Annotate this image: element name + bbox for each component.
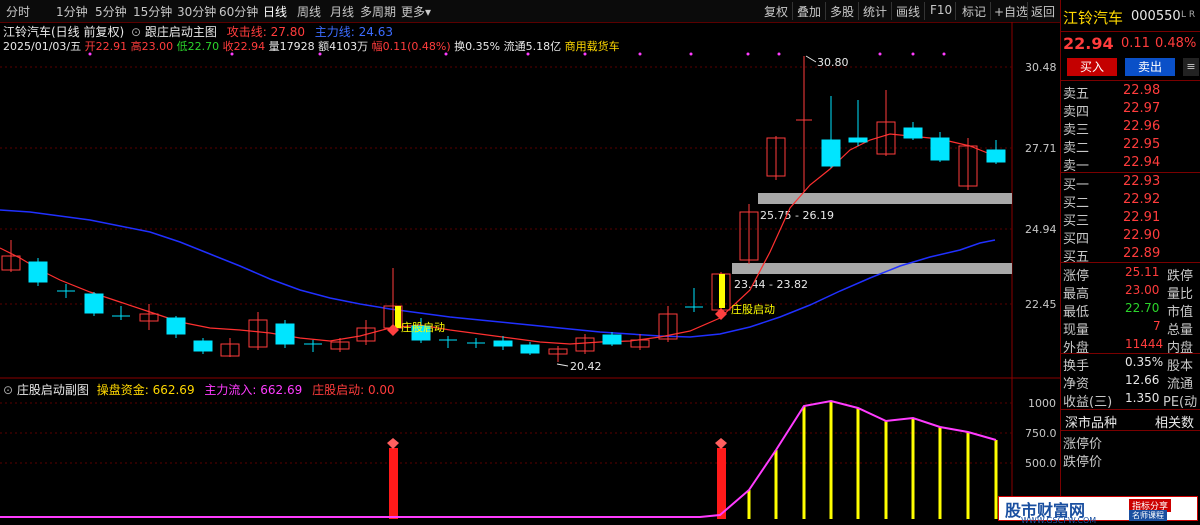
tab-60min[interactable]: 60分钟 — [219, 3, 258, 20]
divider — [955, 2, 956, 20]
chevron-down-icon: ▾ — [425, 5, 432, 19]
signal-label: 庄股启动 — [731, 302, 775, 316]
bid-row: 买四 22.90 — [1063, 228, 1161, 247]
axis-tick-label: 24.94 — [1025, 223, 1057, 236]
ask-row: 卖三 22.96 — [1063, 119, 1161, 138]
candlesticks — [1, 56, 1006, 362]
axis-tick-label: 27.71 — [1025, 142, 1057, 155]
limit-row: 涨停价 — [1063, 437, 1103, 452]
bid-row: 买一 22.93 — [1063, 174, 1161, 193]
ask-row: 卖五 22.98 — [1063, 83, 1161, 102]
tab-daily[interactable]: 日线 — [263, 3, 287, 20]
divider — [924, 2, 925, 20]
divider — [891, 2, 892, 20]
tab-15min[interactable]: 15分钟 — [133, 3, 172, 20]
tab-1min[interactable]: 1分钟 — [56, 3, 88, 20]
sub-inflow-line — [0, 399, 997, 518]
divider — [858, 2, 859, 20]
current-price: 22.94 — [1063, 34, 1114, 53]
kline-chart[interactable]: 30.48 27.71 24.94 22.45 1000 750.0 500.0… — [0, 22, 1060, 519]
divider — [1061, 430, 1200, 431]
divider — [1061, 262, 1200, 263]
divider — [1061, 409, 1200, 410]
sub-axis-tick-label: 1000 — [1028, 397, 1056, 410]
stat-row: 涨停 25.11 跌停 — [1063, 265, 1194, 284]
tab-more[interactable]: 更多▾ — [401, 3, 431, 20]
support-zone — [732, 263, 1012, 274]
divider — [1061, 31, 1200, 32]
resistance-zone — [758, 193, 1012, 204]
divider — [825, 2, 826, 20]
stock-code: 000550 — [1131, 9, 1181, 24]
bid-row: 买三 22.91 — [1063, 210, 1161, 229]
fuquan-button[interactable]: 复权 — [764, 3, 788, 20]
tab-related[interactable]: 相关数 — [1155, 412, 1194, 431]
sub-axis-tick-label: 750.0 — [1025, 427, 1057, 440]
price-change: 0.11 — [1121, 36, 1150, 51]
stat-row: 净资 12.66 流通 — [1063, 373, 1194, 392]
f10-button[interactable]: F10 — [930, 3, 952, 17]
divider — [1061, 353, 1200, 354]
tab-market[interactable]: 深市品种 — [1065, 412, 1117, 431]
market-tabs: 深市品种 相关数 — [1063, 412, 1200, 431]
divider — [1061, 80, 1200, 81]
stat-row: 换手 0.35% 股本 — [1063, 355, 1194, 374]
stat-row: 现量 7 总量 — [1063, 319, 1194, 338]
multi-stock-button[interactable]: 多股 — [830, 3, 854, 20]
tab-monthly[interactable]: 月线 — [330, 3, 354, 20]
stock-name[interactable]: 江铃汽车 — [1063, 7, 1123, 28]
high-marker-icon — [805, 55, 817, 63]
signal-label: 庄股启动 — [401, 320, 445, 334]
quote-panel: 江铃汽车 000550 L R 22.94 0.11 0.48% 买入 卖出 ≡… — [1060, 0, 1200, 519]
watermark-logo: 股市财富网 WWW.GSCFW.COM 指标分享 名师课程 — [998, 496, 1198, 525]
ask-row: 卖一 22.94 — [1063, 155, 1161, 174]
low-price-label: 20.42 — [570, 360, 602, 373]
tab-weekly[interactable]: 周线 — [297, 3, 321, 20]
axis-tick-label: 30.48 — [1025, 61, 1057, 74]
bid-row: 买二 22.92 — [1063, 192, 1161, 211]
high-price-label: 30.80 — [817, 56, 849, 69]
stat-row: 最高 23.00 量比 — [1063, 283, 1194, 302]
margin-tag: L R — [1181, 10, 1196, 20]
ask-row: 卖四 22.97 — [1063, 101, 1161, 120]
axis-tick-label: 22.45 — [1025, 298, 1057, 311]
zone-lower-label: 23.44 - 23.82 — [734, 278, 808, 291]
panel-menu-icon[interactable]: ≡ — [1183, 58, 1199, 76]
divider — [990, 2, 991, 20]
zone-upper-label: 25.75 - 26.19 — [760, 209, 834, 222]
period-toolbar: 分时 1分钟 5分钟 15分钟 30分钟 60分钟 日线 周线 月线 多周期 更… — [0, 0, 1200, 23]
sell-button[interactable]: 卖出 — [1125, 58, 1175, 76]
divider — [1061, 172, 1200, 173]
tab-5min[interactable]: 5分钟 — [95, 3, 127, 20]
price-change-pct: 0.48% — [1155, 36, 1197, 51]
divider — [792, 2, 793, 20]
stock-header: 江铃汽车 000550 L R — [1063, 7, 1200, 27]
mark-button[interactable]: 标记 — [962, 3, 986, 20]
stat-row: 最低 22.70 市值 — [1063, 301, 1194, 320]
sub-axis-tick-label: 500.0 — [1025, 457, 1057, 470]
draw-line-button[interactable]: 画线 — [896, 3, 920, 20]
buy-button[interactable]: 买入 — [1067, 58, 1117, 76]
back-button[interactable]: 返回 — [1031, 3, 1055, 20]
tab-fenshi[interactable]: 分时 — [6, 3, 30, 20]
tab-30min[interactable]: 30分钟 — [177, 3, 216, 20]
low-marker-icon — [556, 363, 569, 367]
stat-row: 收益(三) 1.350 PE(动 — [1063, 391, 1198, 410]
limit-row: 跌停价 — [1063, 455, 1103, 470]
divider — [1027, 2, 1028, 20]
add-watchlist-button[interactable]: +自选 — [994, 3, 1028, 20]
overlay-button[interactable]: 叠加 — [797, 3, 821, 20]
price-row: 22.94 0.11 0.48% — [1063, 34, 1200, 54]
ask-row: 卖二 22.95 — [1063, 137, 1161, 156]
tab-multi-period[interactable]: 多周期 — [360, 3, 396, 20]
stats-button[interactable]: 统计 — [863, 3, 887, 20]
